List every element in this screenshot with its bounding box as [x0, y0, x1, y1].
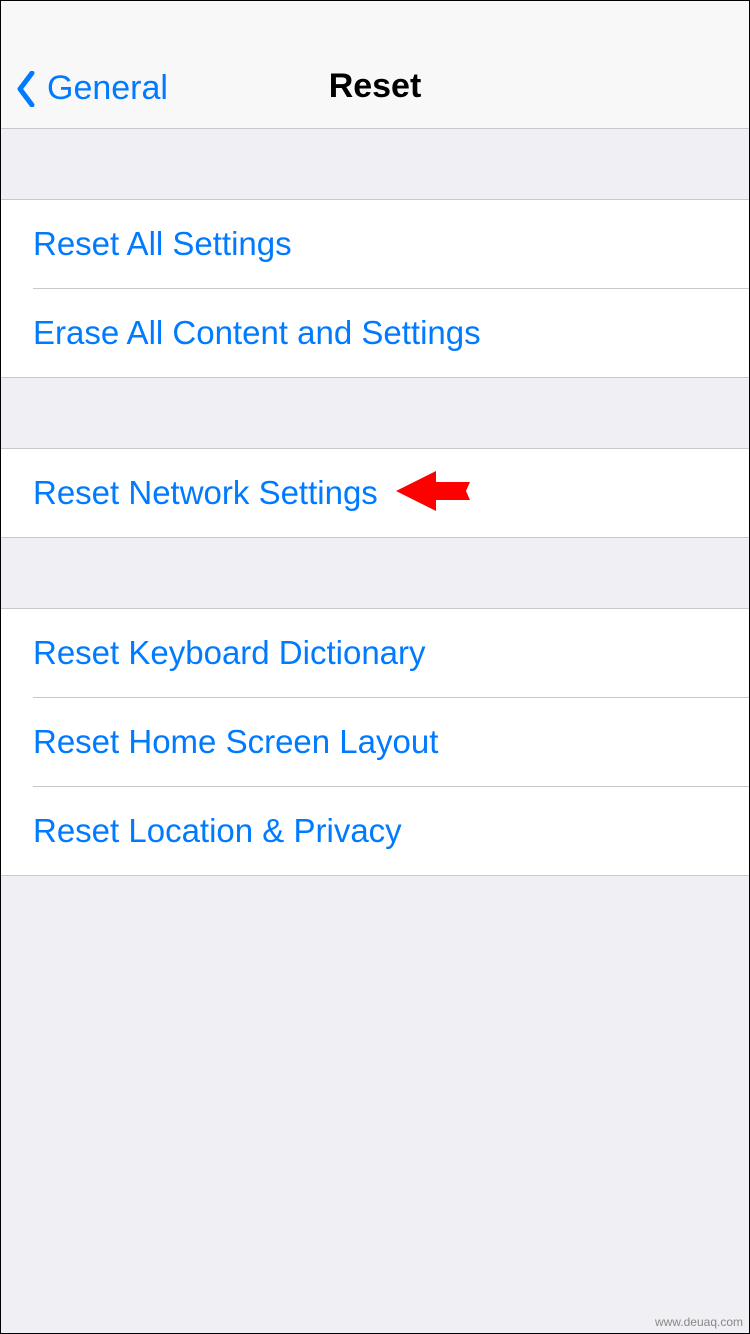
erase-all-content-button[interactable]: Erase All Content and Settings	[1, 289, 749, 377]
reset-location-privacy-button[interactable]: Reset Location & Privacy	[1, 787, 749, 875]
watermark: www.deuaq.com	[655, 1315, 743, 1329]
chevron-left-icon	[15, 70, 37, 108]
reset-home-screen-layout-button[interactable]: Reset Home Screen Layout	[1, 698, 749, 786]
row-label: Reset Location & Privacy	[33, 812, 402, 850]
section-spacer	[1, 378, 749, 448]
row-label: Reset All Settings	[33, 225, 292, 263]
reset-group-1: Reset All Settings Erase All Content and…	[1, 199, 749, 378]
row-label: Erase All Content and Settings	[33, 314, 481, 352]
back-button[interactable]: General	[15, 69, 168, 108]
section-spacer	[1, 538, 749, 608]
reset-group-3: Reset Keyboard Dictionary Reset Home Scr…	[1, 608, 749, 876]
reset-all-settings-button[interactable]: Reset All Settings	[1, 200, 749, 288]
row-label: Reset Keyboard Dictionary	[33, 634, 426, 672]
navbar: General Reset	[1, 1, 749, 129]
row-label: Reset Network Settings	[33, 474, 378, 512]
row-label: Reset Home Screen Layout	[33, 723, 438, 761]
reset-group-2: Reset Network Settings	[1, 448, 749, 538]
reset-settings-screen: General Reset Reset All Settings Erase A…	[0, 0, 750, 1334]
reset-network-settings-button[interactable]: Reset Network Settings	[1, 449, 749, 537]
section-spacer	[1, 129, 749, 199]
back-label: General	[47, 69, 168, 108]
reset-keyboard-dictionary-button[interactable]: Reset Keyboard Dictionary	[1, 609, 749, 697]
